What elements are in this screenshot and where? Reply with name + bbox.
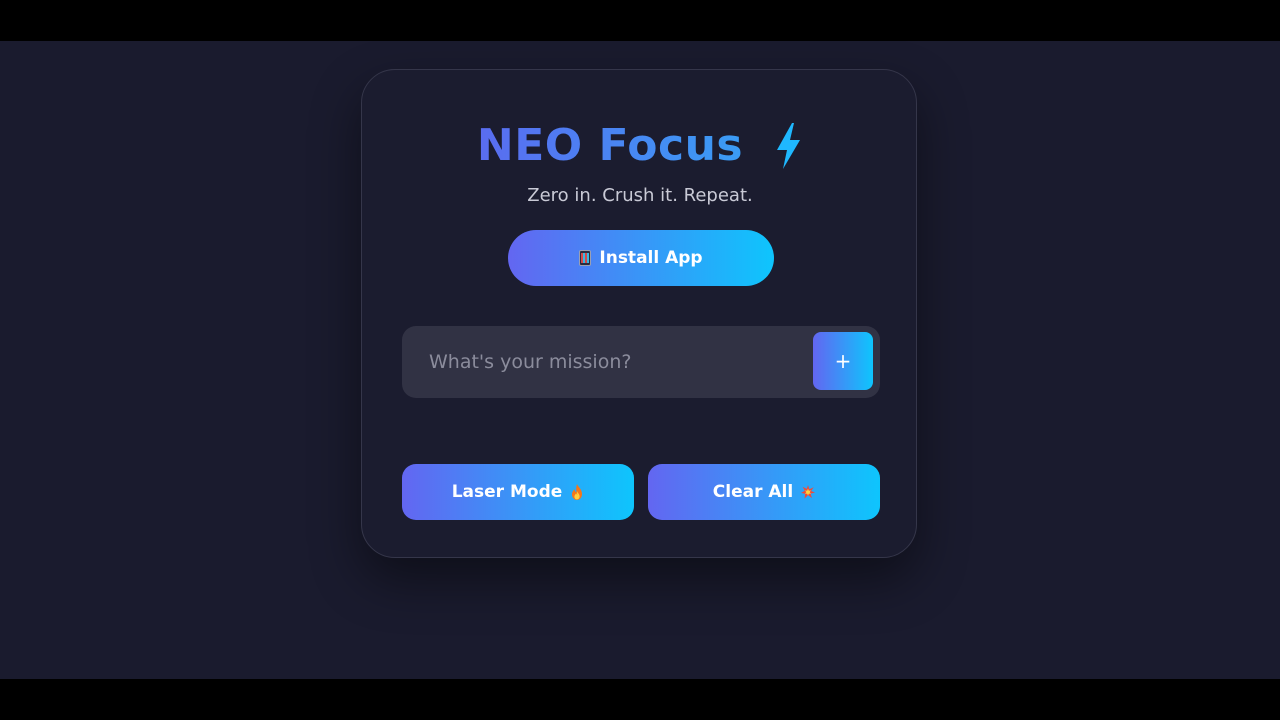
app-viewport: NEO Focus Zero in. Crush it. Repeat. Ins…	[0, 41, 1280, 679]
clear-all-button[interactable]: Clear All	[648, 464, 880, 520]
laser-mode-label: Laser Mode	[451, 482, 563, 502]
add-task-label: +	[834, 349, 852, 373]
app-subtitle: Zero in. Crush it. Repeat.	[527, 185, 753, 206]
mobile-phone-icon	[579, 250, 592, 266]
lightning-bolt-icon	[777, 123, 801, 169]
clear-all-label: Clear All	[712, 482, 794, 502]
install-app-label: Install App	[599, 248, 703, 268]
fire-icon	[572, 484, 583, 500]
task-entry-bar: +	[402, 326, 880, 398]
laser-mode-button[interactable]: Laser Mode	[402, 464, 634, 520]
app-title: NEO Focus	[477, 118, 743, 174]
install-app-button[interactable]: Install App	[508, 230, 774, 286]
action-buttons: Laser Mode Clear All	[402, 464, 880, 520]
header: NEO Focus	[362, 118, 918, 174]
mission-input[interactable]	[402, 326, 810, 398]
main-card: NEO Focus Zero in. Crush it. Repeat. Ins…	[361, 69, 917, 558]
add-task-button[interactable]: +	[813, 332, 873, 390]
collision-icon	[801, 485, 816, 499]
